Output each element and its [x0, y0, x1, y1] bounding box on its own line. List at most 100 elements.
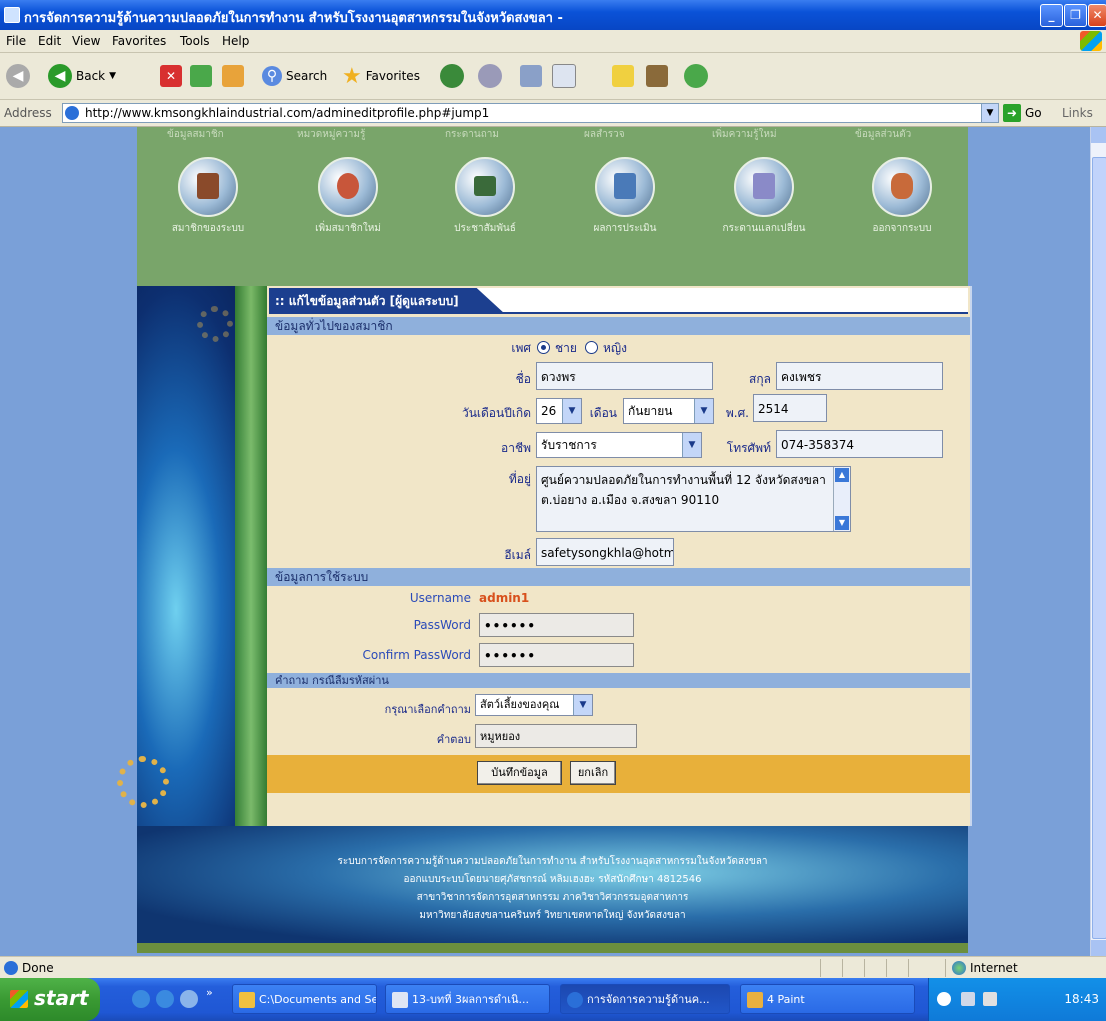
birth-day-select[interactable]: 26 ▼ [536, 398, 582, 424]
mail-button[interactable] [478, 63, 502, 89]
discuss-button[interactable] [612, 63, 634, 89]
chevron-down-icon: ▼ [694, 399, 713, 423]
scroll-up-icon[interactable] [1091, 127, 1106, 143]
tray-expand-icon[interactable] [937, 992, 951, 1006]
form-title: :: แก้ไขข้อมูลส่วนตัว [ผู้ดูแลระบบ] [269, 288, 505, 314]
first-name-input[interactable]: ดวงพร [536, 362, 713, 390]
quicklaunch-expand-icon[interactable]: » [206, 986, 213, 999]
menu-favorites[interactable]: Favorites [112, 34, 166, 48]
cancel-button[interactable]: ยกเลิก [570, 761, 616, 785]
phone-label: โทรศัพท์ [726, 441, 771, 455]
menu-view[interactable]: View [72, 34, 100, 48]
textarea-scrollbar[interactable]: ▲ ▼ [833, 467, 850, 531]
scroll-up-icon[interactable]: ▲ [835, 468, 849, 482]
phone-input[interactable]: 074-358374 [776, 430, 943, 458]
nav-item-evaluation[interactable]: ผลการประเมิน [570, 157, 680, 236]
menu-file[interactable]: File [6, 34, 26, 48]
menu-tools[interactable]: Tools [180, 34, 210, 48]
search-icon: ⚲ [262, 66, 282, 86]
footer-line: ออกแบบระบบโดยนายศุภัสชกรณ์ หลิมเฮงฮะ รหั… [403, 874, 702, 885]
taskbar-button-label: การจัดการความรู้ด้านค... [587, 993, 710, 1006]
address-bar: Address http://www.kmsongkhlaindustrial.… [0, 100, 1106, 127]
refresh-icon [190, 65, 212, 87]
taskbar-button-label: C:\Documents and Se... [259, 993, 377, 1006]
history-button[interactable] [440, 63, 464, 89]
restore-button[interactable]: ❐ [1064, 4, 1087, 27]
address-input[interactable]: http://www.kmsongkhlaindustrial.com/admi… [62, 103, 999, 123]
start-button[interactable]: start [0, 978, 100, 1021]
nav-top-label: ผลสำรวจ [584, 129, 625, 140]
stop-button[interactable]: ✕ [160, 63, 182, 89]
page-viewport: ข้อมูลสมาชิก หมวดหมู่ความรู้ กระดานถาม ผ… [0, 127, 1090, 956]
back-arrow-icon: ◀ [48, 64, 72, 88]
add-member-icon [318, 157, 378, 217]
chevron-down-icon: ▼ [109, 71, 117, 81]
gender-female-radio[interactable] [585, 341, 598, 354]
taskbar-button-browser[interactable]: การจัดการความรู้ด้านค... [560, 984, 730, 1014]
scrollbar-thumb[interactable] [1092, 157, 1106, 939]
members-icon [178, 157, 238, 217]
menu-help[interactable]: Help [222, 34, 249, 48]
status-bar: Done Internet [0, 956, 1106, 979]
network-icon[interactable] [961, 992, 975, 1006]
address-line-2: ต.บ่อยาง อ.เมือง จ.สงขลา 90110 [541, 493, 720, 507]
email-input[interactable]: safetysongkhla@hotma [536, 538, 674, 566]
browser-quicklaunch-icon[interactable] [180, 990, 198, 1008]
ie-quicklaunch-icon[interactable] [132, 990, 150, 1008]
taskbar-button-explorer[interactable]: C:\Documents and Se... [232, 984, 377, 1014]
section-system: ข้อมูลการใช้ระบบ [267, 568, 970, 586]
home-button[interactable] [222, 63, 244, 89]
chevron-down-icon[interactable]: ▼ [981, 104, 998, 122]
save-button[interactable]: บันทึกข้อมูล [477, 761, 562, 785]
nav-item-members[interactable]: สมาชิกของระบบ [153, 157, 263, 236]
toolbar: ◀ ◀ Back ▼ ✕ ⚲ Search ★ Favorites [0, 53, 1106, 100]
history-icon [440, 64, 464, 88]
ie-page-icon [4, 7, 20, 23]
scroll-down-icon[interactable] [1091, 940, 1106, 956]
back-dropdown-button[interactable]: ◀ [6, 63, 30, 89]
nav-top-label: กระดานถาม [445, 129, 500, 140]
go-button[interactable]: ➜ Go [1003, 104, 1042, 122]
menu-bar: File Edit View Favorites Tools Help [0, 30, 1106, 53]
confirm-password-input[interactable]: •••••• [479, 643, 634, 667]
password-input[interactable]: •••••• [479, 613, 634, 637]
nav-item-logout[interactable]: ออกจากระบบ [847, 157, 957, 236]
edit-button[interactable] [552, 63, 576, 89]
folder-icon [239, 992, 255, 1008]
birth-month-select[interactable]: กันยายน ▼ [623, 398, 714, 424]
taskbar-button-word[interactable]: 13-บทที่ 3ผลการดำเนิ... [385, 984, 550, 1014]
answer-input[interactable]: หมูหยอง [475, 724, 637, 748]
refresh-button[interactable] [190, 63, 212, 89]
close-button[interactable]: ✕ [1088, 4, 1106, 27]
research-button[interactable] [646, 63, 668, 89]
gender-male-radio[interactable] [537, 341, 550, 354]
print-button[interactable] [520, 63, 542, 89]
gender-female-label: หญิง [603, 341, 627, 355]
job-select[interactable]: รับราชการ ▼ [536, 432, 702, 458]
security-question-select[interactable]: สัตว์เลี้ยงของคุณ ▼ [475, 694, 593, 716]
research-icon [646, 65, 668, 87]
last-name-input[interactable]: คงเพชร [776, 362, 943, 390]
scroll-down-icon[interactable]: ▼ [835, 516, 849, 530]
menu-edit[interactable]: Edit [38, 34, 61, 48]
birth-year-input[interactable]: 2514 [753, 394, 827, 422]
nav-band: ข้อมูลสมาชิก หมวดหมู่ความรู้ กระดานถาม ผ… [137, 127, 968, 286]
nav-top-label: ข้อมูลสมาชิก [167, 129, 224, 140]
address-textarea[interactable]: ศูนย์ความปลอดภัยในการทำงานพื้นที่ 12 จัง… [536, 466, 851, 532]
volume-icon[interactable] [983, 992, 997, 1006]
favorites-button[interactable]: ★ Favorites [342, 63, 420, 89]
back-button[interactable]: ◀ Back ▼ [48, 63, 116, 89]
taskbar-button-paint[interactable]: 4 Paint [740, 984, 915, 1014]
minimize-button[interactable]: _ [1040, 4, 1063, 27]
nav-item-announcement[interactable]: ประชาสัมพันธ์ [430, 157, 540, 236]
links-button[interactable]: Links [1062, 106, 1093, 120]
nav-item-board[interactable]: กระดานแลกเปลี่ยน [709, 157, 819, 236]
nav-item-add-member[interactable]: เพิ่มสมาชิกใหม่ [293, 157, 403, 236]
ie-quicklaunch-icon[interactable] [156, 990, 174, 1008]
search-button[interactable]: ⚲ Search [262, 63, 327, 89]
email-label: อีเมล์ [504, 548, 531, 562]
page-scrollbar[interactable] [1090, 127, 1106, 956]
messenger-button[interactable] [684, 63, 708, 89]
answer-label: คำตอบ [436, 733, 471, 746]
stop-icon: ✕ [160, 65, 182, 87]
